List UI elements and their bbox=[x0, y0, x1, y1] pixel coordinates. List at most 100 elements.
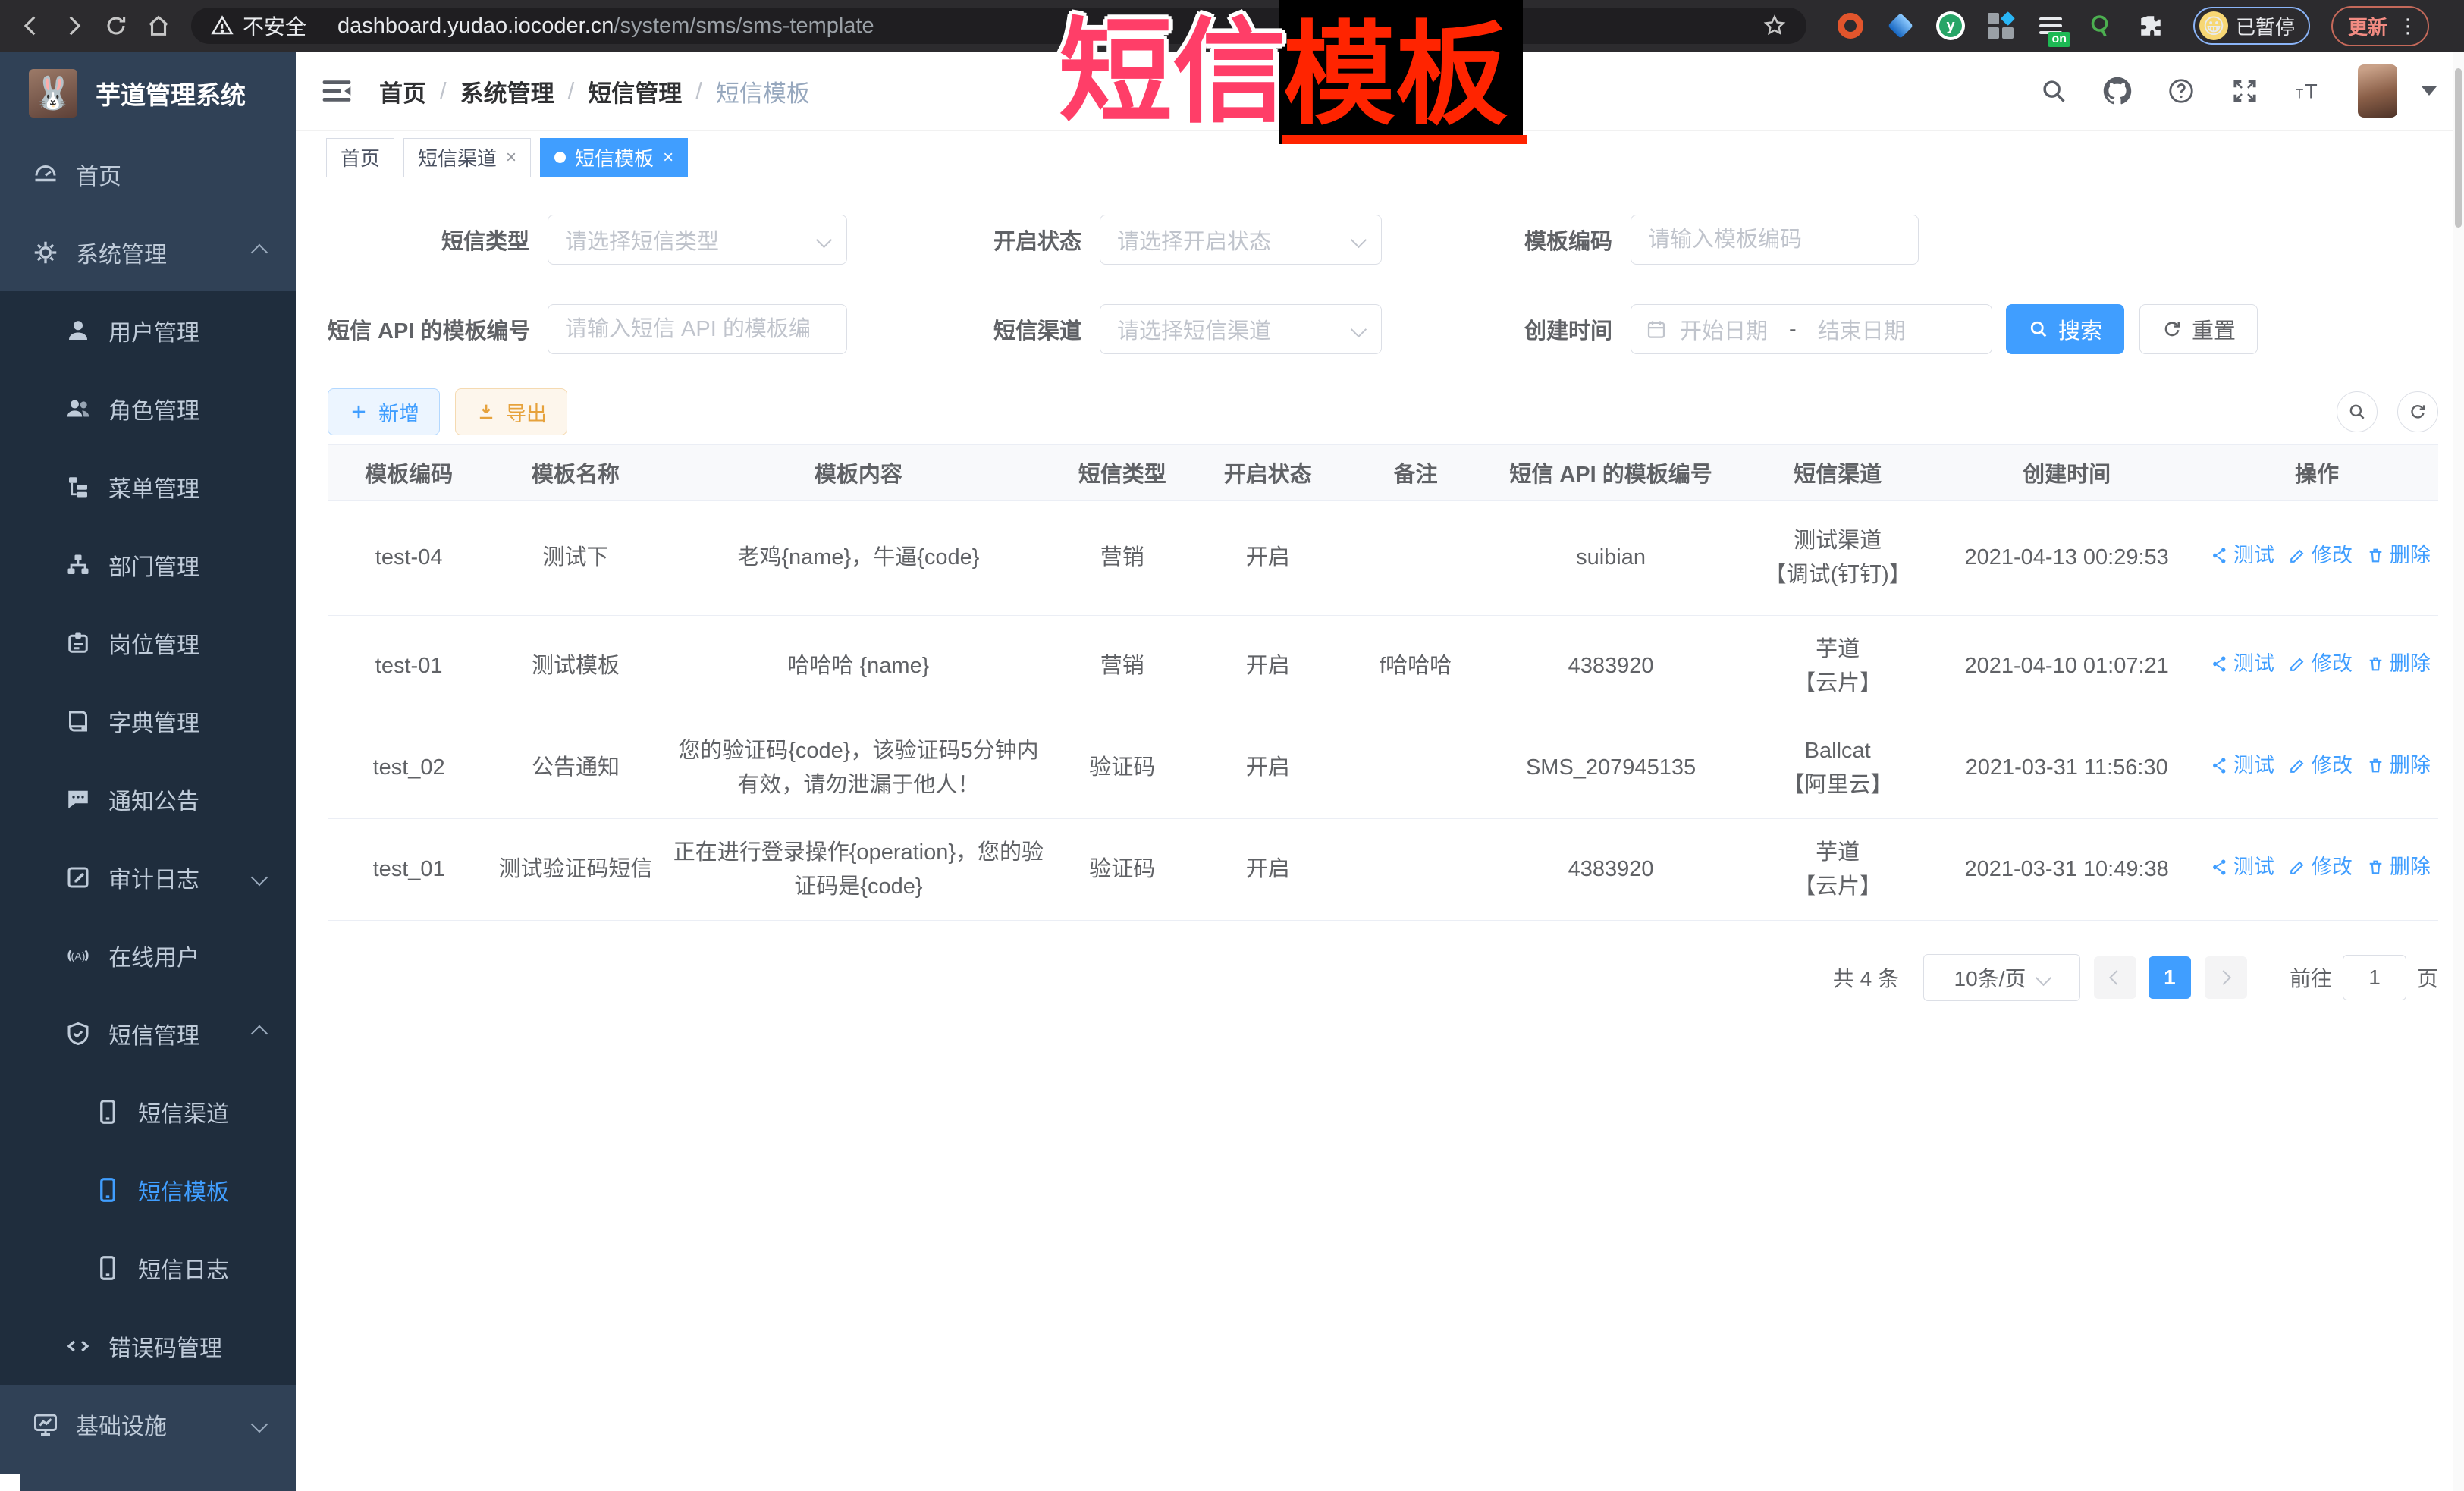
sidebar-item-label: 首页 bbox=[76, 158, 121, 191]
tab-home[interactable]: 首页 bbox=[326, 138, 394, 177]
browser-back-button[interactable] bbox=[14, 8, 49, 43]
sms-type-select[interactable]: 请选择短信类型 bbox=[548, 215, 847, 265]
cell-created: 2021-03-31 11:56:30 bbox=[1938, 717, 2196, 819]
page-number-1[interactable]: 1 bbox=[2149, 956, 2191, 999]
tab-close-icon[interactable]: × bbox=[506, 147, 516, 168]
sidebar-item-home[interactable]: 首页 bbox=[0, 135, 296, 213]
browser-profile-chip[interactable]: 😀 已暂停 bbox=[2193, 7, 2310, 45]
api-template-id-input[interactable] bbox=[548, 304, 847, 354]
breadcrumb-separator: / bbox=[695, 77, 702, 105]
browser-home-button[interactable] bbox=[141, 8, 176, 43]
test-link[interactable]: 测试 bbox=[2210, 540, 2274, 572]
sidebar-item-notice[interactable]: 通知公告 bbox=[0, 760, 296, 838]
extension-pin-icon[interactable] bbox=[1885, 11, 1916, 41]
extensions-puzzle-icon[interactable] bbox=[2136, 11, 2166, 41]
extension-list-on-icon[interactable]: on bbox=[2036, 11, 2066, 41]
template-code-input[interactable] bbox=[1631, 215, 1919, 265]
sidebar-item-menu-management[interactable]: 菜单管理 bbox=[0, 447, 296, 526]
browser-forward-button[interactable] bbox=[56, 8, 91, 43]
cell-code: test_01 bbox=[328, 819, 490, 921]
test-link[interactable]: 测试 bbox=[2210, 750, 2274, 782]
sidebar-item-audit-log[interactable]: 审计日志 bbox=[0, 838, 296, 916]
sidebar-item-user-management[interactable]: 用户管理 bbox=[0, 291, 296, 369]
delete-link[interactable]: 删除 bbox=[2366, 540, 2431, 572]
col-api-template-id: 短信 API 的模板编号 bbox=[1484, 445, 1737, 501]
col-created: 创建时间 bbox=[1938, 445, 2196, 501]
date-range-picker[interactable]: 开始日期 - 结束日期 bbox=[1631, 304, 1992, 354]
refresh-table-button[interactable] bbox=[2397, 391, 2438, 432]
sidebar-item-sms-channel[interactable]: 短信渠道 bbox=[0, 1072, 296, 1150]
sidebar-item-infrastructure[interactable]: 基础设施 bbox=[0, 1385, 296, 1463]
add-button[interactable]: 新增 bbox=[328, 388, 440, 435]
sidebar-item-error-code-management[interactable]: 错误码管理 bbox=[0, 1307, 296, 1385]
sidebar-logo[interactable]: 🐰 芋道管理系统 bbox=[0, 52, 296, 135]
browser-update-button[interactable]: 更新 ⋮ bbox=[2331, 6, 2429, 46]
delete-link[interactable]: 删除 bbox=[2366, 648, 2431, 680]
sidebar-item-role-management[interactable]: 角色管理 bbox=[0, 369, 296, 447]
prev-page-button[interactable] bbox=[2094, 956, 2136, 999]
browser-menu-icon[interactable]: ⋮ bbox=[2398, 14, 2418, 38]
breadcrumb-system[interactable]: 系统管理 bbox=[460, 74, 554, 108]
profile-status-label: 已暂停 bbox=[2236, 12, 2295, 40]
profile-avatar: 😀 bbox=[2199, 11, 2228, 40]
sidebar-item-sms-management[interactable]: 短信管理 bbox=[0, 994, 296, 1072]
test-link[interactable]: 测试 bbox=[2210, 648, 2274, 680]
table-row: test-04 测试下 老鸡{name}，牛逼{code} 营销 开启 suib… bbox=[328, 501, 2438, 616]
reset-button[interactable]: 重置 bbox=[2139, 304, 2258, 354]
extension-grid-icon[interactable] bbox=[1985, 11, 2016, 41]
breadcrumb-sms[interactable]: 短信管理 bbox=[588, 74, 682, 108]
extension-y-icon[interactable]: y bbox=[1935, 11, 1966, 41]
edit-link[interactable]: 修改 bbox=[2288, 750, 2353, 782]
fullscreen-icon[interactable] bbox=[2230, 77, 2259, 105]
search-button[interactable]: 搜索 bbox=[2006, 304, 2124, 354]
goto-page-input[interactable] bbox=[2343, 955, 2406, 1000]
sidebar-item-system-management[interactable]: 系统管理 bbox=[0, 213, 296, 291]
org-chart-icon bbox=[64, 551, 92, 579]
tab-close-icon[interactable]: × bbox=[663, 147, 673, 168]
not-secure-label: 不安全 bbox=[243, 11, 306, 41]
bookmark-star-icon[interactable] bbox=[1762, 14, 1787, 38]
user-avatar[interactable] bbox=[2358, 64, 2397, 118]
sidebar-item-dept-management[interactable]: 部门管理 bbox=[0, 526, 296, 604]
sidebar-item-sms-template[interactable]: 短信模板 bbox=[0, 1150, 296, 1229]
browser-reload-button[interactable] bbox=[99, 8, 133, 43]
extension-ring-icon[interactable] bbox=[1835, 11, 1866, 41]
header-search-icon[interactable] bbox=[2039, 77, 2068, 105]
page-size-select[interactable]: 10条/页 bbox=[1923, 954, 2080, 1001]
sidebar-item-dict-management[interactable]: 字典管理 bbox=[0, 682, 296, 760]
breadcrumb-home[interactable]: 首页 bbox=[379, 74, 426, 108]
avatar-caret-icon[interactable] bbox=[2422, 86, 2437, 96]
edit-link[interactable]: 修改 bbox=[2288, 648, 2353, 680]
url-bar[interactable]: 不安全 dashboard.yudao.iocoder.cn/system/sm… bbox=[191, 8, 1806, 44]
extension-magnifier-icon[interactable] bbox=[2086, 11, 2116, 41]
edit-link[interactable]: 修改 bbox=[2288, 852, 2353, 884]
sidebar-item-label: 系统管理 bbox=[76, 236, 167, 269]
sidebar-item-online-users[interactable]: (A) 在线用户 bbox=[0, 916, 296, 994]
sidebar-collapse-icon[interactable] bbox=[320, 74, 353, 108]
edit-link[interactable]: 修改 bbox=[2288, 540, 2353, 572]
delete-link[interactable]: 删除 bbox=[2366, 750, 2431, 782]
trash-icon bbox=[2366, 756, 2385, 775]
channel-select[interactable]: 请选择短信渠道 bbox=[1100, 304, 1382, 354]
page-scrollbar[interactable] bbox=[2453, 52, 2464, 1491]
cell-created: 2021-04-13 00:29:53 bbox=[1938, 501, 2196, 616]
sidebar: 🐰 芋道管理系统 首页 系统管理 用户管理 bbox=[0, 52, 296, 1491]
tab-sms-channel[interactable]: 短信渠道 × bbox=[403, 138, 531, 177]
tab-sms-template[interactable]: 短信模板 × bbox=[540, 138, 688, 177]
toggle-search-button[interactable] bbox=[2337, 391, 2378, 432]
scrollbar-thumb[interactable] bbox=[2455, 68, 2462, 228]
col-channel: 短信渠道 bbox=[1737, 445, 1938, 501]
test-link[interactable]: 测试 bbox=[2210, 852, 2274, 884]
status-select[interactable]: 请选择开启状态 bbox=[1100, 215, 1382, 265]
github-icon[interactable] bbox=[2103, 77, 2132, 105]
sidebar-item-sms-log[interactable]: 短信日志 bbox=[0, 1229, 296, 1307]
goto-label: 前往 bbox=[2290, 962, 2332, 993]
chevron-down-icon bbox=[1351, 321, 1367, 337]
font-size-icon[interactable]: TT bbox=[2294, 77, 2323, 105]
next-page-button[interactable] bbox=[2205, 956, 2247, 999]
export-button[interactable]: 导出 bbox=[455, 388, 567, 435]
svg-text:(A): (A) bbox=[71, 950, 86, 962]
help-icon[interactable] bbox=[2167, 77, 2196, 105]
delete-link[interactable]: 删除 bbox=[2366, 852, 2431, 884]
sidebar-item-post-management[interactable]: 岗位管理 bbox=[0, 604, 296, 682]
